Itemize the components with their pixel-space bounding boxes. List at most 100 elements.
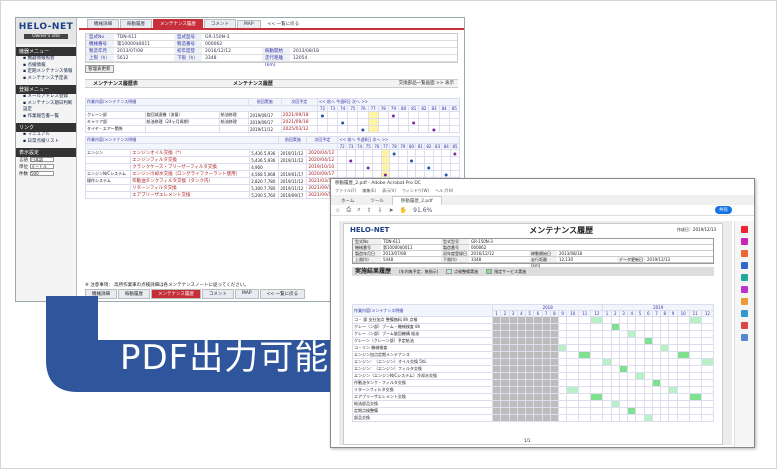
tab-item[interactable]: MAP [236, 20, 261, 28]
pdf-grid-row: 作動油タンク・フィルタ交換 [352, 379, 715, 387]
pdf-grid-cell [676, 358, 690, 366]
pdf-menu-item[interactable]: 表示(V) [382, 188, 396, 193]
footer-note-body: 高所作業車の点検詳細は各メンテナンスノートに従ってください。 [114, 283, 249, 288]
tool-more-icon[interactable] [741, 334, 748, 341]
grid-header-cell: 次回予定 [280, 98, 318, 106]
pdf-info-key: 上限(h) [353, 257, 381, 262]
grid-cell [337, 170, 348, 178]
tool-create-icon[interactable] [741, 250, 748, 257]
pdf-grid-cell [602, 400, 612, 408]
pdf-grid-cell [491, 344, 502, 352]
zoom-level[interactable]: 91.6% [413, 207, 432, 214]
pdf-tab[interactable]: ツール [362, 197, 392, 205]
pdf-grid-cell [660, 344, 670, 352]
tool-edit-icon[interactable] [741, 238, 748, 245]
tab-item[interactable]: 機械詳細 [87, 19, 119, 28]
grid-cell [415, 149, 426, 157]
grid-cell [387, 125, 400, 133]
pdf-grid-cell [590, 316, 604, 324]
pdf-grid-cell [668, 372, 678, 380]
select-icon[interactable]: ➤ [389, 207, 394, 214]
tool-combine-icon[interactable] [741, 274, 748, 281]
pdf-menu-item[interactable]: ヘルプ(H) [435, 188, 453, 193]
maintenance-dot-icon: ● [361, 126, 365, 132]
grid-cell [438, 125, 450, 133]
brand-logo[interactable]: HELO-NET Owner's site [16, 18, 76, 44]
tool-redact-icon[interactable] [741, 322, 748, 329]
sidebar-menu-item[interactable]: ▪ 定期メンテナンス情報 [16, 69, 76, 76]
search-icon[interactable]: ⌕ [357, 206, 360, 214]
page-up-icon[interactable]: ⇧ [367, 207, 372, 214]
pdf-grid-row: エンジン（エンジンN/Cシステム）冷却水交換 [352, 372, 715, 380]
row-item: エンジンオイル交換（*） [130, 149, 251, 157]
pdf-grid-cell [500, 358, 510, 366]
update-button[interactable]: 管理表更新 [85, 65, 114, 73]
tab-item[interactable]: << 一覧に戻る [262, 20, 305, 28]
grid-cell [389, 170, 400, 178]
save-icon[interactable]: ☆ [335, 207, 340, 214]
pdf-tab[interactable]: ホーム [333, 197, 362, 205]
logo-tagline: Owner's site [24, 34, 68, 39]
tab-item[interactable]: 稼動履歴 [120, 19, 152, 28]
tab-item[interactable]: コメント [203, 19, 236, 28]
grid-nav[interactable]: << 前へ 今週8日 次へ >> [316, 98, 461, 106]
form-select[interactable]: 日本語 [30, 157, 54, 162]
pdf-grid-cell [557, 379, 568, 387]
pdf-grid-cell [618, 330, 629, 338]
row-values: 4,900 [249, 163, 280, 171]
parts-link[interactable]: 交換部品一覧画面 >> 表示 [399, 80, 454, 88]
sidebar-link-item[interactable]: ▪ 日常点検リスト [16, 139, 76, 146]
grid-cell [372, 170, 382, 178]
pdf-grid-cell [668, 323, 678, 331]
pdf-menu-item[interactable]: ファイル(F) [335, 188, 356, 193]
row-date-next: 2021/09/18 [280, 118, 318, 126]
tab-item[interactable]: メンテナンス履歴 [153, 19, 203, 28]
pdf-grid-cell [541, 337, 551, 345]
pdf-grid-cell [618, 407, 629, 415]
share-button[interactable]: 共有 [715, 206, 732, 214]
sidebar-settings-item[interactable]: ▪ メールアドレス登録 [16, 94, 76, 101]
pdf-grid-cell [688, 400, 702, 408]
pdf-grid-cell [602, 316, 612, 324]
grid-cell [424, 149, 434, 157]
pdf-tab[interactable]: 移動履歴_2.pdf [391, 196, 442, 205]
tool-protect-icon[interactable] [741, 310, 748, 317]
sidebar-settings-item[interactable]: ▪ 作業報告書一覧 [16, 114, 76, 121]
grid-nav[interactable]: << 前へ 今週8日 次へ >> [337, 136, 460, 144]
pdf-section-title: 実施結果履歴 [355, 268, 392, 275]
form-select[interactable]: メートル [30, 164, 54, 169]
pdf-grid-cell [668, 316, 678, 324]
form-select[interactable]: 500 [30, 171, 54, 176]
sidebar-menu-item[interactable]: ▪ メンテナンス予定表 [16, 76, 76, 83]
pdf-menu-item[interactable]: ウィンドウ(W) [402, 188, 429, 193]
pdf-grid-cell [610, 407, 620, 415]
tool-organize-icon[interactable] [741, 286, 748, 293]
pdf-grid-cell [491, 358, 502, 366]
pdf-menu-item[interactable]: 編集(E) [362, 188, 376, 193]
row-group: 操作システム [84, 177, 132, 185]
hand-icon[interactable]: ✋ [400, 207, 407, 214]
pdf-grid-cell [524, 351, 535, 359]
pdf-grid-cell [627, 414, 637, 422]
pdf-grid-cell [688, 393, 702, 401]
grid-cell [406, 149, 417, 157]
page-down-icon[interactable]: ⇩ [378, 207, 383, 214]
pdf-grid-cell [578, 407, 592, 415]
grid-cell [424, 170, 434, 178]
sidebar-settings-item[interactable]: ▪ メンテナンス期日判断設定 [16, 101, 76, 114]
print-icon[interactable]: ⎙ [346, 206, 351, 214]
pdf-grid-cell [566, 330, 580, 338]
tool-fill-sign-icon[interactable] [741, 298, 748, 305]
pdf-grid-title: 作業内容/メンテナンス明細 [352, 304, 493, 317]
tool-export-icon[interactable] [741, 226, 748, 233]
row-group [84, 184, 132, 192]
tool-comment-icon[interactable] [741, 262, 748, 269]
maintenance-dot-icon: ● [453, 150, 457, 156]
pdf-grid-cell [660, 372, 670, 380]
pdf-grid-cell [660, 414, 670, 422]
pdf-grid-cell [618, 316, 629, 324]
pdf-grid-cell [643, 365, 653, 373]
pdf-grid-cell [643, 323, 653, 331]
grid-cell [398, 118, 410, 126]
grid-cell [354, 170, 365, 178]
